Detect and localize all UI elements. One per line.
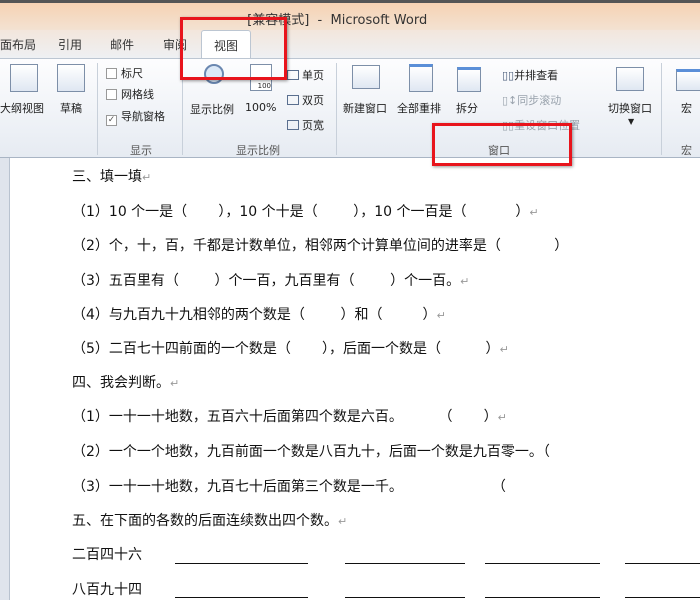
answer-blank — [345, 597, 465, 598]
ruler-checkbox[interactable]: 标尺 — [106, 65, 143, 81]
doc-line: 八百九十四 — [72, 582, 142, 598]
page-width-icon — [287, 120, 299, 130]
doc-line: （2）个，十，百，千都是计数单位，相邻两个计算单位间的进率是（ ） — [72, 238, 569, 254]
arrange-all-icon — [409, 64, 433, 92]
tab-references[interactable]: 引用 — [58, 36, 82, 53]
two-pages-icon — [287, 95, 299, 105]
doc-line: （1）10 个一是（ ），10 个十是（ ），10 个一百是（ ）↵ — [72, 204, 539, 220]
ribbon-tabs: 面布局 引用 邮件 审阅 视图 — [0, 30, 700, 59]
zoom-group-label: 显示比例 — [236, 144, 280, 157]
answer-blank — [625, 597, 700, 598]
answer-blank — [175, 597, 308, 598]
doc-line: （4）与九百九十九相邻的两个数是（ ）和（ ）↵ — [72, 307, 446, 323]
chevron-down-icon[interactable]: ▼ — [628, 117, 634, 126]
draft-view-button[interactable]: 草稿 — [60, 100, 82, 116]
doc-line: （2）一个一个地数，九百前面一个数是八百九十，后面一个数是九百零一。（ — [72, 444, 550, 460]
outline-view-button[interactable]: 大纲视图 — [0, 100, 44, 116]
macros-group-label: 宏 — [681, 144, 692, 157]
answer-blank — [485, 563, 600, 564]
highlight-window-group — [432, 123, 572, 166]
zoom-100-button[interactable]: 100% — [245, 101, 276, 114]
answer-blank — [175, 563, 308, 564]
side-by-side-icon: ▯▯ — [502, 69, 515, 82]
arrange-all-button[interactable]: 全部重排 — [397, 100, 441, 116]
page-width-button[interactable]: 页宽 — [287, 117, 324, 133]
macros-icon — [676, 69, 700, 91]
show-group-label: 显示 — [130, 144, 152, 157]
draft-view-icon — [57, 64, 85, 92]
answer-blank — [485, 597, 600, 598]
doc-line: 二百四十六 — [72, 547, 142, 563]
sync-scroll-icon: ▯↕ — [502, 94, 518, 107]
one-page-button[interactable]: 单页 — [287, 67, 324, 83]
answer-blank — [345, 563, 465, 564]
split-button[interactable]: 拆分 — [456, 100, 478, 116]
new-window-button[interactable]: 新建窗口 — [343, 100, 387, 116]
answer-blank — [625, 563, 700, 564]
doc-line: （5）二百七十四前面的一个数是（ ），后面一个数是（ ）↵ — [72, 341, 509, 357]
doc-line: （3）一十一十地数，九百七十后面第三个数是一千。 （ — [72, 479, 506, 495]
tab-mailings[interactable]: 邮件 — [110, 36, 134, 53]
gridlines-checkbox[interactable]: 网格线 — [106, 86, 154, 102]
two-pages-button[interactable]: 双页 — [287, 92, 324, 108]
title-bar: 一 [兼容模式] - Microsoft Word — [0, 0, 700, 30]
doc-heading: 五、在下面的各数的后面连续数出四个数。↵ — [72, 513, 348, 529]
zoom-button[interactable]: 显示比例 — [190, 101, 234, 117]
doc-heading: 三、填一填↵ — [72, 169, 152, 185]
highlight-view-tab — [180, 17, 287, 80]
sync-scroll-button[interactable]: ▯↕同步滚动 — [502, 92, 561, 108]
new-window-icon — [352, 65, 380, 89]
vertical-ruler — [0, 158, 10, 600]
doc-heading: 四、我会判断。↵ — [72, 375, 180, 391]
outline-view-icon — [10, 64, 38, 92]
nav-pane-checkbox[interactable]: ✓ 导航窗格 — [106, 108, 165, 126]
check-icon: ✓ — [106, 115, 117, 126]
one-page-icon — [287, 70, 299, 80]
switch-windows-icon — [616, 67, 644, 91]
ribbon: 大纲视图 草稿 标尺 网格线 ✓ 导航窗格 显示 显示比例 100 100% 单页… — [0, 58, 700, 158]
switch-windows-button[interactable]: 切换窗口 — [608, 100, 652, 116]
macros-button[interactable]: 宏 — [681, 100, 692, 116]
doc-line: （1）一十一十地数，五百六十后面第四个数是六百。 （ ）↵ — [72, 409, 507, 425]
split-icon — [457, 67, 481, 92]
side-by-side-button[interactable]: ▯▯并排查看 — [502, 67, 558, 83]
doc-line: （3）五百里有（ ）个一百，九百里有（ ）个一百。↵ — [72, 273, 470, 289]
tab-page-layout[interactable]: 面布局 — [0, 36, 36, 53]
